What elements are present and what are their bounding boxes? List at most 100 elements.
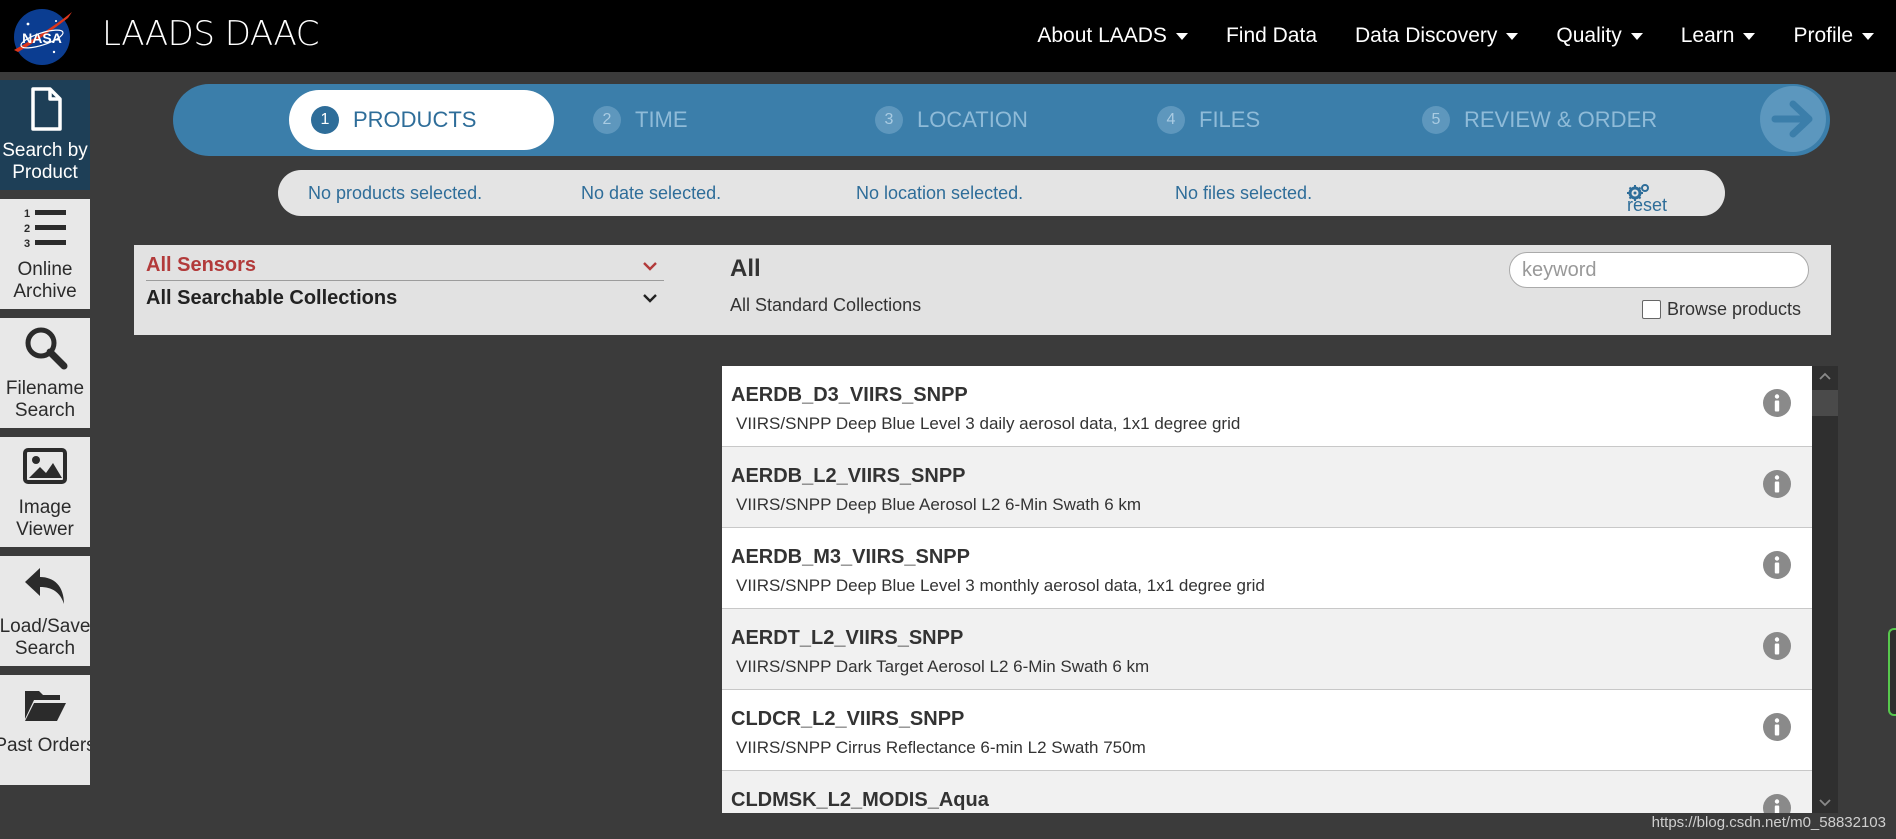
sidebar-item-label: Search <box>14 400 76 421</box>
browse-products-checkbox[interactable] <box>1641 300 1661 319</box>
svg-text:2: 2 <box>24 223 30 235</box>
sidebar-item-online-archive[interactable]: 1 2 3 Online Archive <box>0 199 90 309</box>
sidebar-item-load-save-search[interactable]: Load/Save Search <box>0 556 90 666</box>
list-item[interactable]: AERDB_L2_VIIRS_SNPP VIIRS/SNPP Deep Blue… <box>722 447 1812 528</box>
step-location[interactable]: 3 LOCATION <box>875 90 1028 150</box>
sensor-select-value: All Sensors <box>146 254 257 276</box>
next-step-button[interactable] <box>1760 86 1826 152</box>
step-time[interactable]: 2 TIME <box>593 90 688 150</box>
step-label: PRODUCTS <box>353 107 477 132</box>
sidebar-item-label: Viewer <box>16 519 74 540</box>
product-name: AERDT_L2_VIIRS_SNPP <box>731 627 964 649</box>
status-date: No date selected. <box>581 183 722 203</box>
caret-down-icon <box>1175 32 1188 40</box>
nav-label: Quality <box>1556 24 1622 47</box>
brand-title[interactable]: LAADS DAAC <box>102 14 319 54</box>
product-description: VIIRS/SNPP Dark Target Aerosol L2 6-Min … <box>736 657 1150 676</box>
chevron-down-icon <box>1819 799 1831 807</box>
left-sidebar: Search by Product 1 2 3 Online Archive F… <box>0 80 90 794</box>
nav-label: Learn <box>1680 24 1735 47</box>
list-item[interactable]: AERDB_M3_VIIRS_SNPP VIIRS/SNPP Deep Blue… <box>722 528 1812 609</box>
chevron-down-icon <box>643 294 657 303</box>
list-item[interactable]: AERDB_D3_VIIRS_SNPP VIIRS/SNPP Deep Blue… <box>722 366 1812 447</box>
product-name: CLDCR_L2_VIIRS_SNPP <box>731 708 965 730</box>
sidebar-item-label: Load/Save <box>0 616 90 637</box>
product-name: AERDB_M3_VIIRS_SNPP <box>731 546 970 568</box>
browse-products-toggle[interactable]: Browse products <box>1641 299 1801 320</box>
step-number: 5 <box>1422 106 1450 134</box>
reset-button[interactable]: reset <box>1627 182 1667 215</box>
info-icon[interactable] <box>1762 712 1792 742</box>
info-icon[interactable] <box>1762 550 1792 580</box>
nav-about-laads[interactable]: About LAADS <box>1023 24 1202 48</box>
nav-find-data[interactable]: Find Data <box>1212 24 1331 48</box>
keyword-search-input[interactable] <box>1509 252 1809 288</box>
sidebar-item-image-viewer[interactable]: Image Viewer <box>0 437 90 547</box>
list-item[interactable]: CLDMSK_L2_MODIS_Aqua <box>722 771 1812 813</box>
info-icon[interactable] <box>1762 388 1792 418</box>
caret-down-icon <box>1862 32 1874 40</box>
document-icon <box>31 87 62 131</box>
folder-open-icon <box>25 691 66 721</box>
info-icon[interactable] <box>1762 793 1792 813</box>
sidebar-item-filename-search[interactable]: Filename Search <box>0 318 90 428</box>
chevron-up-icon <box>1819 372 1831 380</box>
product-list-scrollbar[interactable] <box>1812 366 1838 813</box>
svg-text:NASA: NASA <box>22 30 62 46</box>
sidebar-item-label: Archive <box>13 281 77 302</box>
reply-arrow-icon <box>25 568 64 604</box>
sidebar-item-label: Search <box>14 638 76 659</box>
caret-down-icon <box>1743 32 1756 40</box>
step-files[interactable]: 4 FILES <box>1157 90 1260 150</box>
browse-products-label: Browse products <box>1666 299 1801 319</box>
product-list: AERDB_D3_VIIRS_SNPP VIIRS/SNPP Deep Blue… <box>722 366 1812 813</box>
sidebar-item-label: Image <box>18 497 72 518</box>
step-number: 2 <box>593 106 621 134</box>
step-label: TIME <box>635 107 688 132</box>
top-navbar: NASA LAADS DAAC About LAADS Find Data Da… <box>0 0 1896 72</box>
sidebar-item-search-by-product[interactable]: Search by Product <box>0 80 90 190</box>
status-files: No files selected. <box>1175 183 1313 203</box>
nav-learn[interactable]: Learn <box>1667 24 1770 48</box>
product-description: VIIRS/SNPP Deep Blue Level 3 monthly aer… <box>736 576 1265 595</box>
sidebar-item-past-orders[interactable]: Past Orders <box>0 675 90 785</box>
collection-select-value: All Searchable Collections <box>146 286 398 309</box>
info-icon[interactable] <box>1762 469 1792 499</box>
selection-status-bar: No products selected. No date selected. … <box>278 170 1725 216</box>
scroll-thumb[interactable] <box>1812 390 1838 416</box>
product-name: AERDB_D3_VIIRS_SNPP <box>731 384 968 406</box>
chevron-down-icon <box>643 261 657 271</box>
product-filter-panel: All Sensors All Searchable Collections A… <box>134 245 1831 335</box>
main-nav: About LAADS Find Data Data Discovery Qua… <box>1013 0 1896 72</box>
nav-label: Find Data <box>1225 24 1317 47</box>
nav-label: About LAADS <box>1037 24 1167 47</box>
caret-down-icon <box>1630 32 1643 40</box>
step-number: 1 <box>311 106 339 134</box>
side-feedback-tab[interactable] <box>1888 628 1896 716</box>
nav-profile[interactable]: Profile <box>1779 24 1888 48</box>
sensor-select[interactable]: All Sensors <box>146 251 664 281</box>
step-label: FILES <box>1199 107 1261 132</box>
nasa-logo-icon[interactable]: NASA <box>10 6 74 66</box>
product-name: CLDMSK_L2_MODIS_Aqua <box>731 789 989 811</box>
sidebar-item-label: Filename <box>5 378 85 399</box>
category-subtitle: All Standard Collections <box>730 295 922 315</box>
svg-text:1: 1 <box>24 208 30 220</box>
status-products: No products selected. <box>308 183 483 203</box>
nav-data-discovery[interactable]: Data Discovery <box>1341 24 1532 48</box>
scroll-down-button[interactable] <box>1812 793 1838 813</box>
list-item[interactable]: CLDCR_L2_VIIRS_SNPP VIIRS/SNPP Cirrus Re… <box>722 690 1812 771</box>
list-item[interactable]: AERDT_L2_VIIRS_SNPP VIIRS/SNPP Dark Targ… <box>722 609 1812 690</box>
product-description: VIIRS/SNPP Deep Blue Level 3 daily aeros… <box>736 414 1241 433</box>
sidebar-item-label: Search by <box>2 140 88 161</box>
info-icon[interactable] <box>1762 631 1792 661</box>
collection-select[interactable]: All Searchable Collections <box>146 283 664 313</box>
product-name: AERDB_L2_VIIRS_SNPP <box>731 465 966 487</box>
nav-quality[interactable]: Quality <box>1542 24 1656 48</box>
step-label: LOCATION <box>917 107 1028 132</box>
order-wizard-progress: 1 PRODUCTS 2 TIME 3 LOCATION 4 FILES 5 R… <box>173 84 1830 156</box>
step-review-order[interactable]: 5 REVIEW & ORDER <box>1422 90 1657 150</box>
step-label: REVIEW & ORDER <box>1464 107 1658 132</box>
scroll-up-button[interactable] <box>1812 366 1838 386</box>
step-products[interactable]: 1 PRODUCTS <box>289 90 554 150</box>
